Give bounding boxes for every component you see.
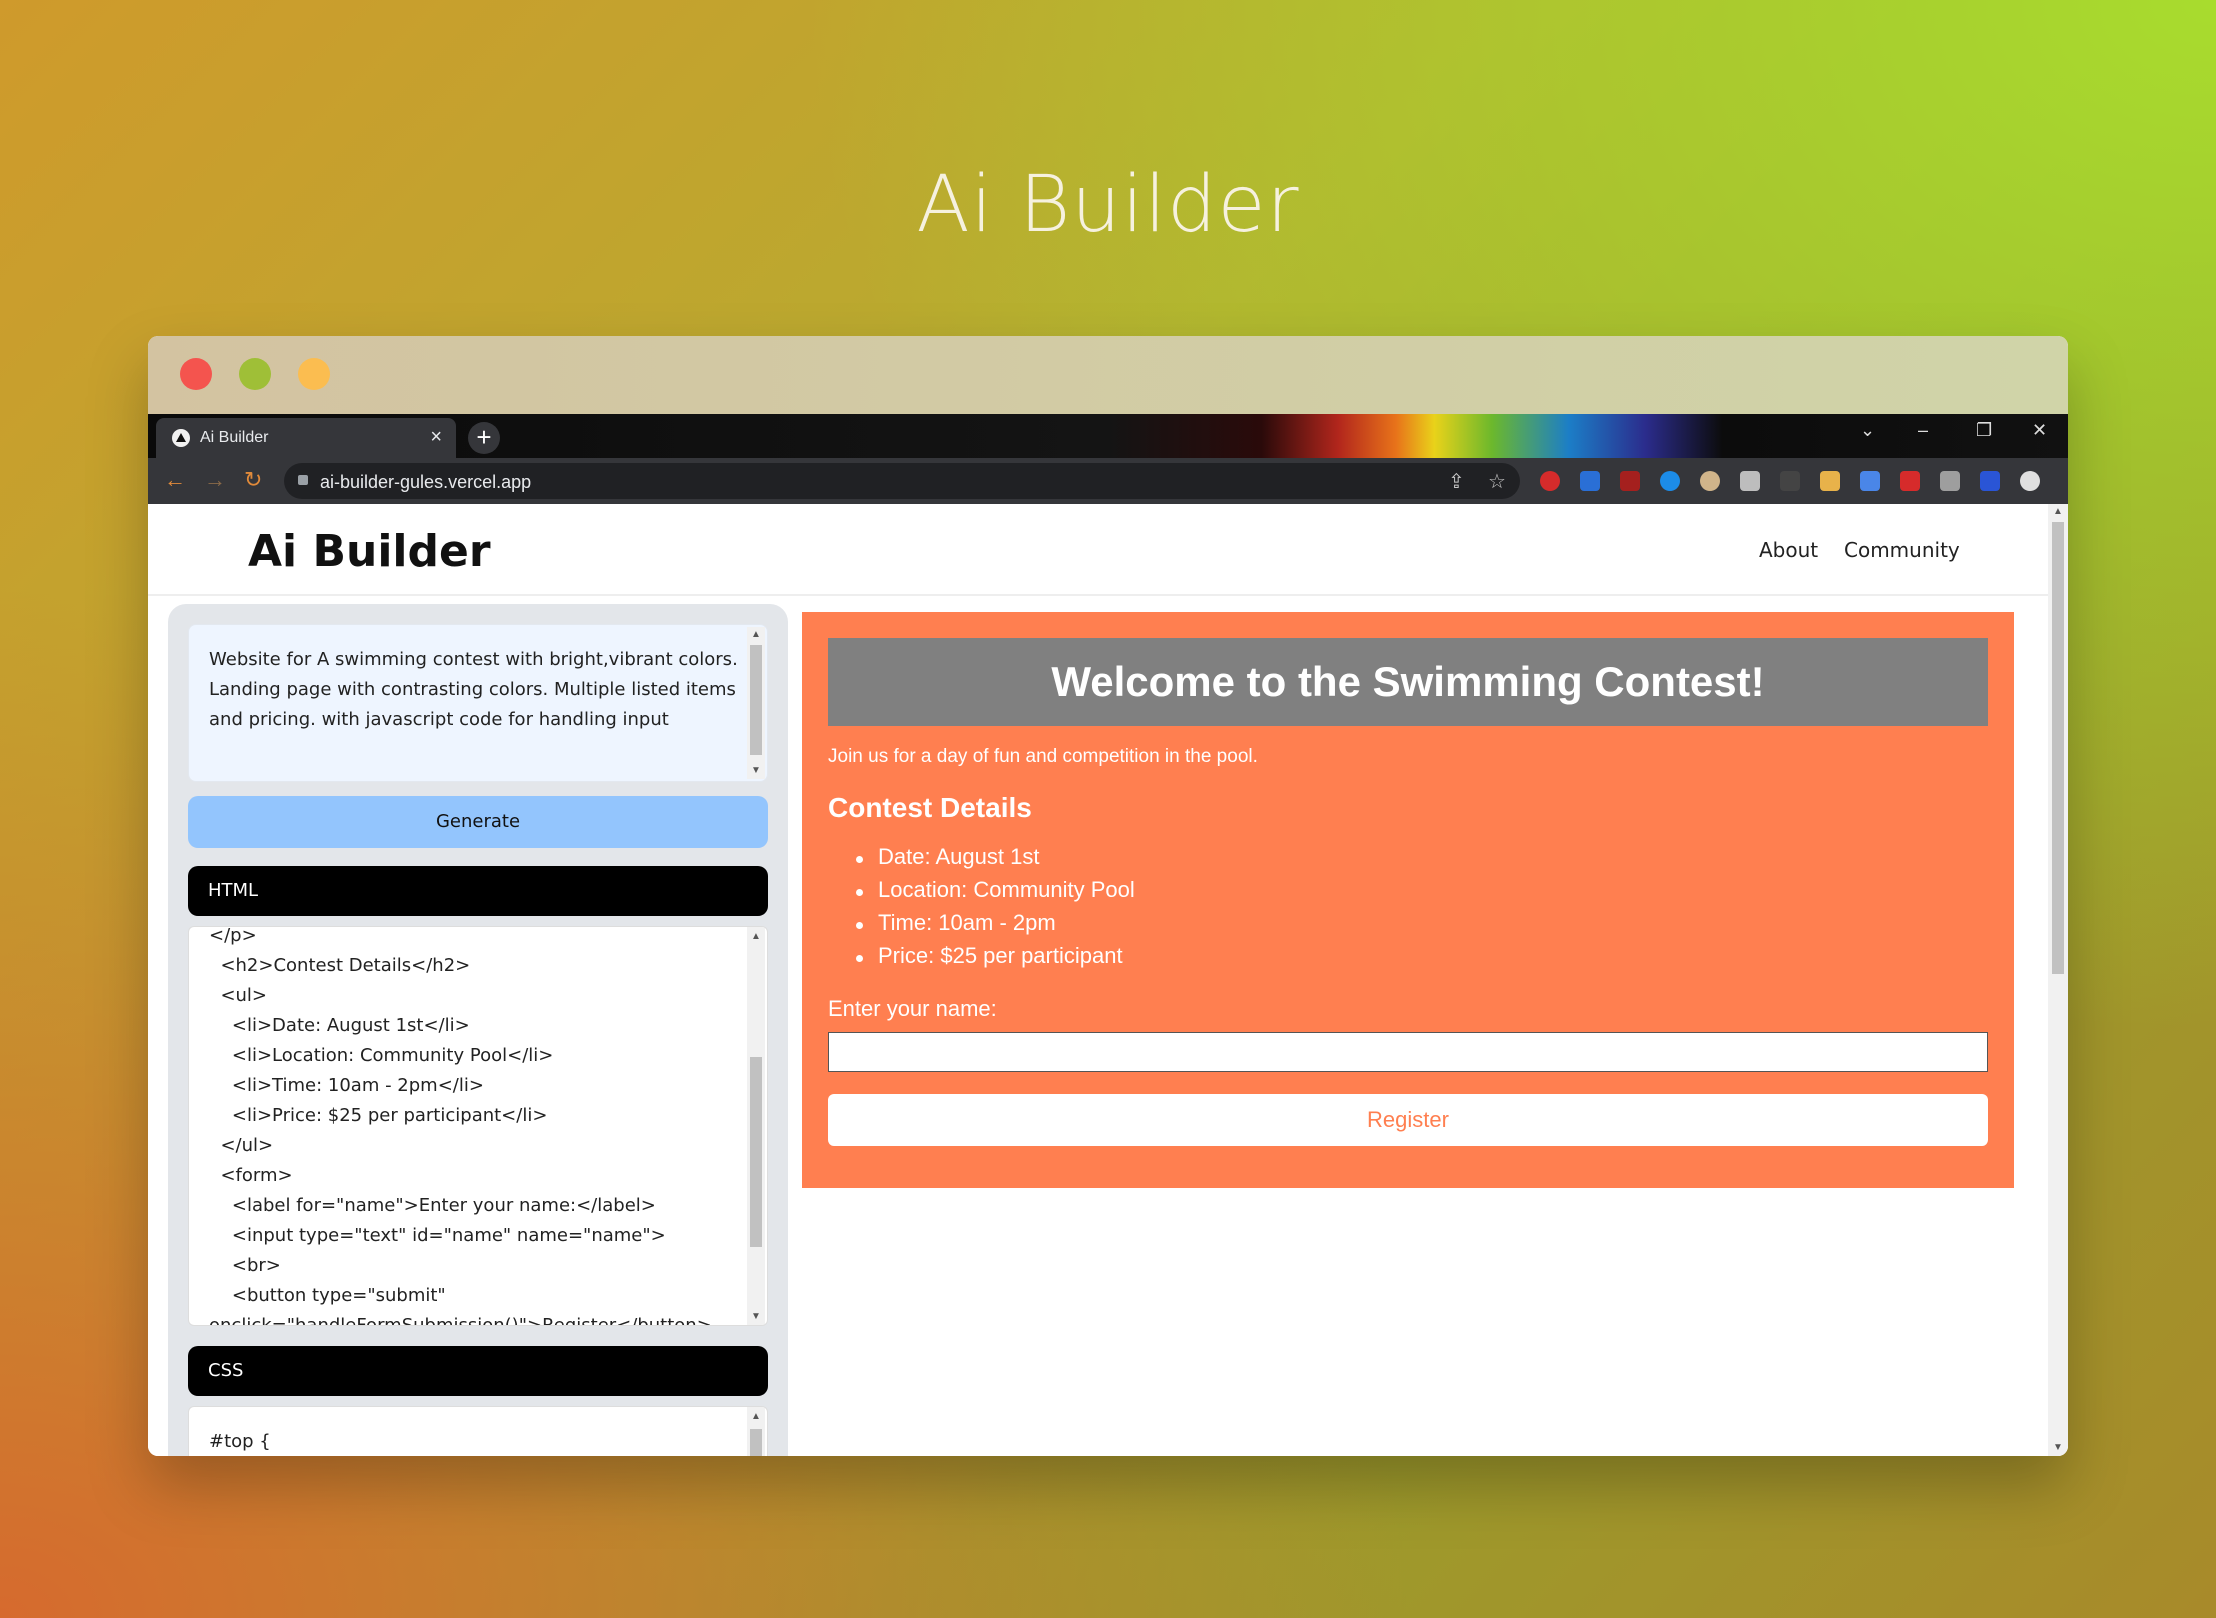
window-titlebar: [148, 336, 2068, 414]
css-code-scrollbar[interactable]: ▲: [747, 1407, 765, 1456]
prompt-text[interactable]: Website for A swimming contest with brig…: [209, 645, 739, 735]
minimize-window-button[interactable]: [298, 358, 330, 390]
cup-icon[interactable]: [1780, 471, 1800, 491]
scroll-down-icon[interactable]: ▼: [751, 1311, 761, 1322]
list-bullet: [856, 889, 863, 896]
prompt-scrollbar[interactable]: ▲ ▼: [747, 627, 765, 779]
code-line: <form>: [209, 1165, 293, 1186]
preview-pane: Welcome to the Swimming Contest! Join us…: [802, 612, 2014, 1188]
code-line: #top {: [209, 1431, 271, 1452]
preview-details-title: Contest Details: [828, 792, 1032, 823]
camera-icon[interactable]: [1740, 471, 1760, 491]
cloud-icon[interactable]: [2020, 471, 2040, 491]
restore-icon[interactable]: ❐: [1976, 420, 1992, 441]
nav-about[interactable]: About: [1759, 538, 1818, 562]
name-label: Enter your name:: [828, 996, 997, 1021]
scroll-thumb[interactable]: [750, 1429, 762, 1456]
lock-icon: [298, 475, 308, 485]
site-brand[interactable]: Ai Builder: [248, 526, 491, 577]
minimize-icon[interactable]: –: [1918, 420, 1928, 441]
prompt-textarea[interactable]: Website for A swimming contest with brig…: [188, 624, 768, 782]
wifi-icon[interactable]: [1580, 471, 1600, 491]
web-page: Ai Builder About Community Website for A…: [148, 504, 2068, 1456]
scroll-up-icon[interactable]: ▲: [751, 1411, 761, 1422]
list-item: Location: Community Pool: [878, 877, 1135, 902]
star-icon[interactable]: ☆: [1488, 469, 1506, 494]
scroll-down-icon[interactable]: ▼: [751, 765, 761, 776]
code-line: <li>Time: 10am - 2pm</li>: [209, 1075, 484, 1096]
list-item: Time: 10am - 2pm: [878, 910, 1056, 935]
back-icon[interactable]: ←: [164, 467, 186, 493]
register-button[interactable]: Register: [828, 1094, 1988, 1146]
site-header: Ai Builder About Community: [148, 504, 2048, 596]
list-bullet: [856, 955, 863, 962]
tab-strip: Ai Builder × + ⌄ – ❐ ✕: [148, 414, 2068, 458]
html-code-box[interactable]: </p> <h2>Contest Details</h2> <ul> <li>D…: [188, 926, 768, 1326]
hero-title: Ai Builder: [916, 160, 1300, 250]
tab-search-icon[interactable]: ⌄: [1860, 420, 1875, 441]
code-line: <ul>: [209, 985, 268, 1006]
red-shield-icon[interactable]: [1540, 471, 1560, 491]
code-line: <input type="text" id="name" name="name"…: [209, 1225, 666, 1246]
scroll-thumb[interactable]: [2052, 522, 2064, 974]
list-item: Date: August 1st: [878, 844, 1040, 869]
css-code-box[interactable]: #top { ▲: [188, 1406, 768, 1456]
h-icon[interactable]: [1940, 471, 1960, 491]
forward-icon[interactable]: →: [204, 467, 226, 493]
preview-heading: Welcome to the Swimming Contest!: [828, 638, 1988, 726]
omnibox[interactable]: ai-builder-gules.vercel.app ⇪ ☆: [284, 463, 1520, 499]
generate-button[interactable]: Generate: [188, 796, 768, 848]
css-section-header[interactable]: CSS: [188, 1346, 768, 1396]
maximize-window-button[interactable]: [239, 358, 271, 390]
code-line: <li>Location: Community Pool</li>: [209, 1045, 554, 1066]
tab-title: Ai Builder: [200, 429, 269, 446]
preview-intro: Join us for a day of fun and competition…: [828, 746, 1258, 767]
code-line: <li>Price: $25 per participant</li>: [209, 1105, 548, 1126]
scroll-down-icon[interactable]: ▼: [2053, 1442, 2063, 1453]
browser-window: Ai Builder × + ⌄ – ❐ ✕ ← → ↻ ai-builder-…: [148, 336, 2068, 1456]
share-icon[interactable]: ⇪: [1448, 469, 1465, 494]
browser-tab[interactable]: Ai Builder ×: [156, 418, 456, 458]
name-input[interactable]: [828, 1032, 1988, 1072]
close-icon[interactable]: ✕: [2032, 420, 2047, 441]
close-window-button[interactable]: [180, 358, 212, 390]
list-bullet: [856, 856, 863, 863]
tab-close-icon[interactable]: ×: [430, 426, 442, 449]
scroll-up-icon[interactable]: ▲: [751, 629, 761, 640]
bookmark-add-icon[interactable]: [1900, 471, 1920, 491]
owl-icon[interactable]: [1700, 471, 1720, 491]
ublock-icon[interactable]: [1620, 471, 1640, 491]
code-line: <br>: [209, 1255, 281, 1276]
shield-icon[interactable]: [1980, 471, 2000, 491]
url-text[interactable]: ai-builder-gules.vercel.app: [320, 472, 531, 493]
html-section-header[interactable]: HTML: [188, 866, 768, 916]
html-code-scrollbar[interactable]: ▲ ▼: [747, 927, 765, 1325]
code-line: onclick="handleFormSubmission()">Registe…: [209, 1315, 712, 1326]
code-line: <li>Date: August 1st</li>: [209, 1015, 470, 1036]
favicon-icon: [172, 429, 190, 447]
scroll-thumb[interactable]: [750, 645, 762, 755]
code-line: </p>: [209, 926, 257, 946]
nav-community[interactable]: Community: [1844, 538, 1960, 562]
scroll-up-icon[interactable]: ▲: [2053, 506, 2063, 517]
builder-panel: Website for A swimming contest with brig…: [168, 604, 788, 1456]
shazam-icon[interactable]: [1660, 471, 1680, 491]
scroll-thumb[interactable]: [750, 1057, 762, 1247]
code-line: <button type="submit": [209, 1285, 446, 1306]
new-tab-button[interactable]: +: [468, 422, 500, 454]
list-bullet: [856, 922, 863, 929]
address-bar: ← → ↻ ai-builder-gules.vercel.app ⇪ ☆: [148, 458, 2068, 504]
translate-icon[interactable]: [1860, 471, 1880, 491]
code-line: <h2>Contest Details</h2>: [209, 955, 471, 976]
code-line: <label for="name">Enter your name:</labe…: [209, 1195, 656, 1216]
page-scrollbar[interactable]: ▲ ▼: [2048, 504, 2068, 1456]
scroll-up-icon[interactable]: ▲: [751, 931, 761, 942]
reload-icon[interactable]: ↻: [244, 467, 262, 493]
list-item: Price: $25 per participant: [878, 943, 1123, 968]
edit-icon[interactable]: [1820, 471, 1840, 491]
code-line: </ul>: [209, 1135, 274, 1156]
